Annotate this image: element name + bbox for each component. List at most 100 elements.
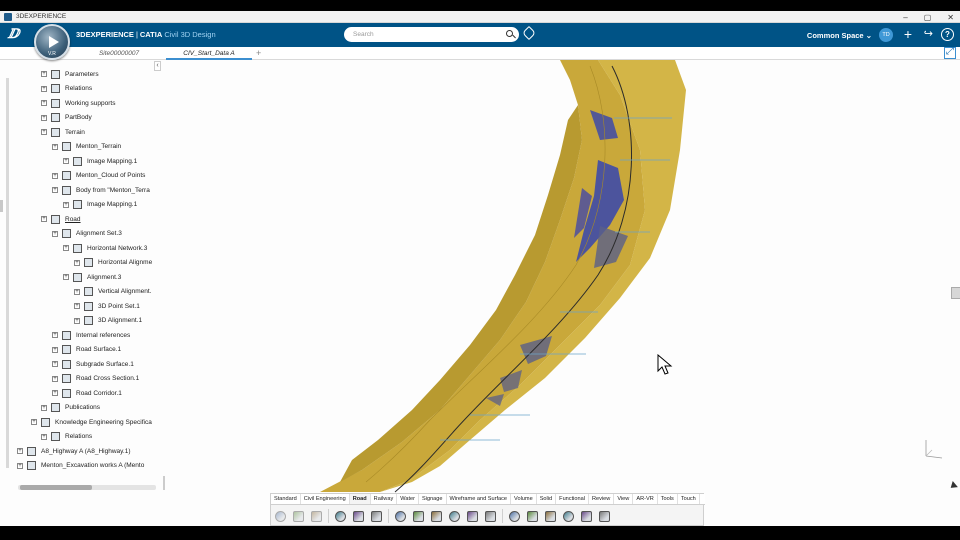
cross-section-tool-icon[interactable]: [483, 509, 498, 524]
ds-logo-icon[interactable]: ⅅ: [8, 27, 28, 43]
tree-node[interactable]: Knowledge Engineering Specifica: [41, 416, 152, 428]
specification-tree[interactable]: + Parameters + Relations + Working supports + P…: [5, 66, 165, 476]
tree-node[interactable]: Vertical Alignment.: [84, 286, 151, 298]
tree-node[interactable]: Parameters: [51, 68, 99, 80]
copy-icon[interactable]: [291, 509, 306, 524]
fullscreen-icon[interactable]: [944, 46, 956, 59]
tree-expander[interactable]: +: [74, 288, 80, 295]
avatar[interactable]: TD: [879, 28, 893, 42]
tree-node[interactable]: Alignment Set.3: [62, 228, 122, 240]
tree-horizontal-scrollbar[interactable]: [18, 485, 156, 490]
minimize-icon[interactable]: –: [903, 13, 907, 22]
tab-civ-start-data[interactable]: CIV_Start_Data A: [166, 47, 252, 60]
tree-node[interactable]: Road Cross Section.1: [62, 373, 139, 385]
tag-icon[interactable]: [521, 25, 537, 41]
tree-expander[interactable]: +: [41, 216, 47, 222]
tree-expander[interactable]: +: [41, 129, 47, 135]
tree-node[interactable]: Menton_Terrain: [62, 141, 121, 153]
section-tab[interactable]: View: [614, 494, 634, 504]
tree-node[interactable]: Menton_Excavation works A (Mento: [27, 460, 144, 472]
tree-node[interactable]: Internal references: [62, 329, 130, 341]
tree-expander[interactable]: +: [41, 404, 47, 411]
tree-node[interactable]: Menton_Cloud of Points: [62, 170, 145, 182]
tree-expander[interactable]: +: [63, 274, 69, 280]
tree-node[interactable]: Road: [51, 213, 81, 225]
plus-icon[interactable]: +: [904, 26, 912, 42]
undo-icon[interactable]: [333, 509, 348, 524]
section-tab[interactable]: Solid: [537, 494, 557, 504]
section-tab[interactable]: Tools: [658, 494, 678, 504]
tree-node[interactable]: Alignment.3: [73, 271, 121, 283]
tree-node[interactable]: Image Mapping.1: [73, 155, 137, 167]
section-tab[interactable]: AR-VR: [633, 494, 658, 504]
update-icon[interactable]: [369, 509, 384, 524]
tree-expander[interactable]: +: [52, 390, 58, 396]
tree-expander[interactable]: +: [52, 143, 58, 150]
section-tab[interactable]: Water: [397, 494, 419, 504]
tree-node[interactable]: Horizontal Network.3: [73, 242, 147, 254]
tree-expander[interactable]: +: [74, 317, 80, 324]
surface-tool-icon[interactable]: [465, 509, 480, 524]
section-tab[interactable]: Railway: [371, 494, 398, 504]
tree-expander[interactable]: +: [52, 346, 58, 353]
corridor-tool-icon[interactable]: [447, 509, 462, 524]
tree-expander[interactable]: +: [74, 303, 80, 309]
section-tab[interactable]: Road: [349, 494, 371, 504]
tree-expander[interactable]: +: [63, 201, 69, 208]
add-tab-button[interactable]: +: [256, 47, 261, 60]
network-tool-icon[interactable]: [429, 509, 444, 524]
tree-node[interactable]: A8_Highway A (A8_Highway.1): [27, 445, 130, 457]
help-icon[interactable]: ?: [941, 28, 954, 41]
compass-icon[interactable]: V.R: [34, 24, 70, 60]
tree-node[interactable]: Terrain: [51, 126, 85, 138]
tree-scroll-thumb[interactable]: [20, 485, 92, 490]
alignment-tool-icon[interactable]: [393, 509, 408, 524]
tree-expander[interactable]: +: [52, 375, 58, 382]
tree-expander[interactable]: +: [74, 259, 80, 266]
parts-tool-icon[interactable]: [579, 509, 594, 524]
tree-node[interactable]: Body from "Menton_Terra: [62, 184, 150, 196]
assembly-tool-icon[interactable]: [597, 509, 612, 524]
building-tool-icon[interactable]: [561, 509, 576, 524]
section-tab[interactable]: Review: [589, 494, 615, 504]
tree-node[interactable]: 3D Alignment.1: [84, 315, 142, 327]
tree-expander[interactable]: +: [41, 100, 47, 106]
tree-node[interactable]: Subgrade Surface.1: [62, 358, 134, 370]
search-input[interactable]: Search: [344, 27, 519, 42]
tree-node[interactable]: Horizontal Alignme: [84, 257, 152, 269]
tab-site[interactable]: Site00000007: [78, 47, 160, 60]
tree-expander[interactable]: +: [31, 419, 37, 425]
tree-expander[interactable]: +: [52, 187, 58, 193]
share-icon[interactable]: ↪: [924, 26, 933, 42]
tree-expander[interactable]: +: [17, 448, 23, 454]
section-tab[interactable]: Civil Engineering: [301, 494, 350, 504]
maximize-icon[interactable]: ▢: [924, 13, 932, 22]
tree-expander[interactable]: +: [41, 85, 47, 92]
slope-tool-icon[interactable]: [507, 509, 522, 524]
tree-expander[interactable]: +: [52, 361, 58, 367]
tree-node[interactable]: Relations: [51, 431, 92, 443]
profile-tool-icon[interactable]: [411, 509, 426, 524]
tree-node[interactable]: Relations: [51, 83, 92, 95]
cut-icon[interactable]: [273, 509, 288, 524]
edge-tool-icon[interactable]: [525, 509, 540, 524]
tree-expander[interactable]: +: [17, 462, 23, 469]
tree-node[interactable]: Publications: [51, 402, 100, 414]
section-tab[interactable]: Volume: [511, 494, 537, 504]
tree-expander[interactable]: +: [41, 114, 47, 121]
tree-expander[interactable]: +: [52, 230, 58, 237]
fit-all-icon[interactable]: [351, 509, 366, 524]
tree-expander[interactable]: +: [63, 245, 69, 251]
section-tab[interactable]: Functional: [556, 494, 589, 504]
close-icon[interactable]: ✕: [947, 13, 954, 22]
section-tab[interactable]: Standard: [271, 494, 301, 504]
collab-space-selector[interactable]: Common Space ⌄: [807, 23, 872, 47]
axis-tool-icon[interactable]: [543, 509, 558, 524]
tree-expander[interactable]: +: [63, 158, 69, 164]
tree-expander[interactable]: +: [52, 332, 58, 338]
section-tab[interactable]: Signage: [419, 494, 447, 504]
tree-node[interactable]: PartBody: [51, 112, 92, 124]
search-icon[interactable]: [506, 30, 513, 37]
section-tab[interactable]: Touch: [678, 494, 700, 504]
tree-node[interactable]: Road Surface.1: [62, 344, 121, 356]
